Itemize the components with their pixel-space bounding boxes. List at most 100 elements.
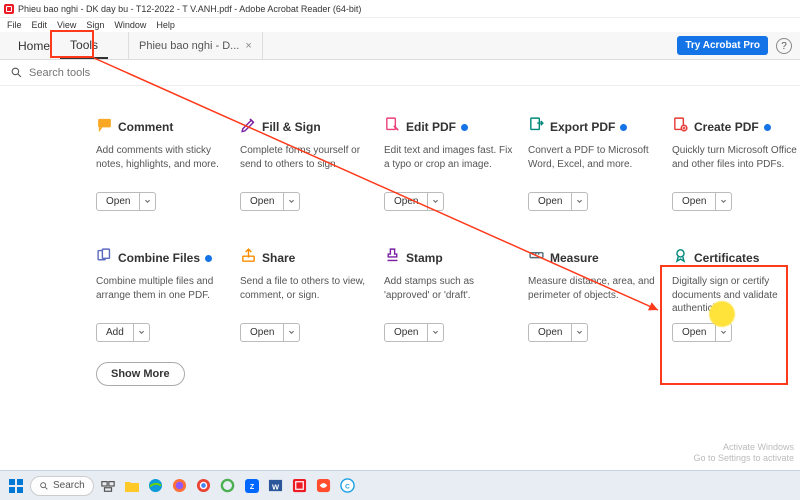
- start-button[interactable]: [6, 476, 26, 496]
- card-title: Create PDF: [694, 120, 759, 134]
- card-open-button[interactable]: Open: [672, 323, 716, 342]
- card-open-button[interactable]: Open: [672, 192, 716, 211]
- card-title: Combine Files: [118, 251, 200, 265]
- card-dropdown-button[interactable]: [140, 192, 156, 211]
- card-open-button[interactable]: Open: [528, 323, 572, 342]
- fillsign-icon: [240, 116, 257, 138]
- card-dropdown-button[interactable]: [284, 192, 300, 211]
- menu-file[interactable]: File: [2, 20, 27, 30]
- card-open-button[interactable]: Open: [240, 192, 284, 211]
- card-dropdown-button[interactable]: [716, 192, 732, 211]
- tool-card-editpdf: Edit PDF Edit text and images fast. Fix …: [384, 116, 516, 211]
- tool-card-export: Export PDF Convert a PDF to Microsoft Wo…: [528, 116, 660, 211]
- card-title: Stamp: [406, 251, 443, 265]
- card-dropdown-button[interactable]: [428, 323, 444, 342]
- card-description: Combine multiple files and arrange them …: [96, 275, 228, 315]
- taskbar-zalo-icon[interactable]: Z: [242, 476, 262, 496]
- activate-windows-watermark: Activate Windows Go to Settings to activ…: [693, 442, 794, 464]
- share-icon: [240, 247, 257, 269]
- menu-window[interactable]: Window: [109, 20, 151, 30]
- card-title: Comment: [118, 120, 173, 134]
- card-description: Quickly turn Microsoft Office and other …: [672, 144, 800, 184]
- search-row: [0, 60, 800, 86]
- create-icon: [672, 116, 689, 138]
- tabbar: Home Tools Phieu bao nghi - D... × Try A…: [0, 32, 800, 60]
- card-open-button[interactable]: Add: [96, 323, 134, 342]
- card-description: Convert a PDF to Microsoft Word, Excel, …: [528, 144, 660, 184]
- taskbar-taskview-icon[interactable]: [98, 476, 118, 496]
- svg-text:Z: Z: [250, 484, 255, 491]
- card-title: Share: [262, 251, 295, 265]
- taskbar-classin-icon[interactable]: C: [338, 476, 358, 496]
- comment-icon: [96, 116, 113, 138]
- try-acrobat-button[interactable]: Try Acrobat Pro: [677, 36, 768, 55]
- card-dropdown-button[interactable]: [284, 323, 300, 342]
- cert-icon: [672, 247, 689, 269]
- tool-card-comment: Comment Add comments with sticky notes, …: [96, 116, 228, 211]
- card-open-button[interactable]: Open: [240, 323, 284, 342]
- card-title: Export PDF: [550, 120, 615, 134]
- taskbar-chrome-icon[interactable]: [194, 476, 214, 496]
- show-more-button[interactable]: Show More: [96, 362, 185, 386]
- tab-document-label: Phieu bao nghi - D...: [139, 40, 239, 52]
- card-dropdown-button[interactable]: [572, 323, 588, 342]
- pro-badge-icon: [764, 124, 771, 131]
- card-open-button[interactable]: Open: [384, 323, 428, 342]
- card-description: Send a file to others to view, comment, …: [240, 275, 372, 315]
- card-description: Edit text and images fast. Fix a typo or…: [384, 144, 516, 184]
- card-open-button[interactable]: Open: [528, 192, 572, 211]
- tab-tools[interactable]: Tools: [60, 33, 108, 59]
- tool-card-stamp: Stamp Add stamps such as 'approved' or '…: [384, 247, 516, 342]
- tool-card-measure: Measure Measure distance, area, and peri…: [528, 247, 660, 342]
- tools-content: Comment Add comments with sticky notes, …: [0, 86, 800, 470]
- pro-badge-icon: [620, 124, 627, 131]
- menu-sign[interactable]: Sign: [81, 20, 109, 30]
- card-title: Edit PDF: [406, 120, 456, 134]
- tool-card-create: Create PDF Quickly turn Microsoft Office…: [672, 116, 800, 211]
- menu-view[interactable]: View: [52, 20, 81, 30]
- pro-badge-icon: [461, 124, 468, 131]
- card-description: Complete forms yourself or send to other…: [240, 144, 372, 184]
- close-icon[interactable]: ×: [245, 40, 251, 52]
- card-description: Measure distance, area, and perimeter of…: [528, 275, 660, 315]
- card-title: Certificates: [694, 251, 759, 265]
- measure-icon: [528, 247, 545, 269]
- card-title: Measure: [550, 251, 599, 265]
- card-open-button[interactable]: Open: [96, 192, 140, 211]
- tab-home[interactable]: Home: [8, 34, 60, 58]
- tool-card-cert: Certificates Digitally sign or certify d…: [672, 247, 800, 342]
- taskbar-acrobat-icon[interactable]: [290, 476, 310, 496]
- card-description: Add comments with sticky notes, highligh…: [96, 144, 228, 184]
- card-dropdown-button[interactable]: [134, 323, 150, 342]
- taskbar-coccoc-icon[interactable]: [218, 476, 238, 496]
- card-dropdown-button[interactable]: [428, 192, 444, 211]
- search-input[interactable]: [29, 67, 229, 79]
- pro-badge-icon: [205, 255, 212, 262]
- card-dropdown-button[interactable]: [716, 323, 732, 342]
- taskbar-xmind-icon[interactable]: [314, 476, 334, 496]
- taskbar-search[interactable]: Search: [30, 476, 94, 496]
- search-icon: [10, 66, 23, 79]
- taskbar-edge-icon[interactable]: [146, 476, 166, 496]
- taskbar-explorer-icon[interactable]: [122, 476, 142, 496]
- tool-card-share: Share Send a file to others to view, com…: [240, 247, 372, 342]
- card-dropdown-button[interactable]: [572, 192, 588, 211]
- editpdf-icon: [384, 116, 401, 138]
- svg-text:C: C: [345, 483, 350, 490]
- window-title: Phieu bao nghi - DK day bu - T12-2022 - …: [18, 4, 361, 14]
- taskbar: Search Z W C: [0, 470, 800, 500]
- tool-card-fillsign: Fill & Sign Complete forms yourself or s…: [240, 116, 372, 211]
- menubar: File Edit View Sign Window Help: [0, 18, 800, 32]
- help-icon[interactable]: ?: [776, 38, 792, 54]
- card-open-button[interactable]: Open: [384, 192, 428, 211]
- export-icon: [528, 116, 545, 138]
- tab-document[interactable]: Phieu bao nghi - D... ×: [128, 32, 263, 59]
- menu-edit[interactable]: Edit: [27, 20, 53, 30]
- taskbar-firefox-icon[interactable]: [170, 476, 190, 496]
- card-title: Fill & Sign: [262, 120, 321, 134]
- tool-card-combine: Combine Files Combine multiple files and…: [96, 247, 228, 342]
- taskbar-word-icon[interactable]: W: [266, 476, 286, 496]
- svg-text:W: W: [272, 482, 280, 491]
- card-description: Add stamps such as 'approved' or 'draft'…: [384, 275, 516, 315]
- menu-help[interactable]: Help: [151, 20, 180, 30]
